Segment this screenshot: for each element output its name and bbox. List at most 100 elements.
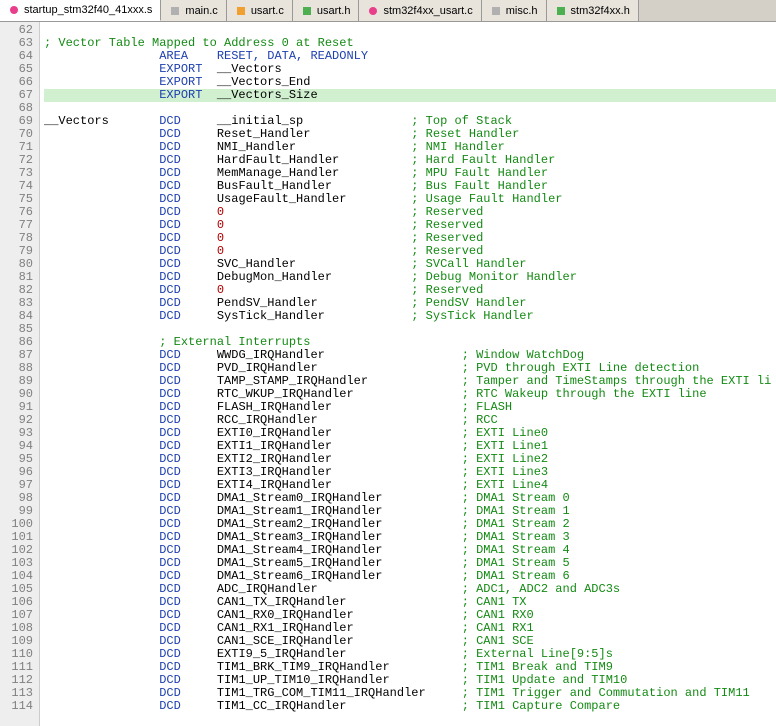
code-token: CAN1_SCE_IRQHandler bbox=[181, 634, 462, 648]
code-token bbox=[44, 192, 159, 206]
code-token: FLASH_IRQHandler bbox=[181, 400, 462, 414]
code-token: DCD bbox=[159, 569, 181, 583]
code-token: ; Debug Monitor Handler bbox=[411, 270, 577, 284]
tab-label: main.c bbox=[185, 5, 217, 17]
code-token: DMA1_Stream4_IRQHandler bbox=[181, 543, 462, 557]
code-token bbox=[44, 478, 159, 492]
code-token bbox=[44, 556, 159, 570]
code-token: DCD bbox=[159, 517, 181, 531]
code-token: ; Window WatchDog bbox=[462, 348, 584, 362]
tab-usart-c[interactable]: usart.c bbox=[227, 0, 293, 21]
code-token bbox=[181, 205, 217, 219]
code-token: ; TIM1 Update and TIM10 bbox=[462, 673, 628, 687]
code-token bbox=[44, 335, 159, 349]
code-token: ; Bus Fault Handler bbox=[411, 179, 548, 193]
code-line[interactable]: DCD TIM1_CC_IRQHandler ; TIM1 Capture Co… bbox=[44, 700, 776, 713]
code-token bbox=[44, 205, 159, 219]
code-token: ; PendSV Handler bbox=[411, 296, 526, 310]
code-token: ; EXTI Line2 bbox=[462, 452, 548, 466]
code-token bbox=[44, 517, 159, 531]
tab-usart-h[interactable]: usart.h bbox=[293, 0, 360, 21]
tab-startup-stm32f40-41xxx-s[interactable]: startup_stm32f40_41xxx.s bbox=[0, 0, 161, 21]
tab-stm32f4xx-h[interactable]: stm32f4xx.h bbox=[547, 0, 639, 21]
code-token: DCD bbox=[159, 244, 181, 258]
code-token: ; DMA1 Stream 2 bbox=[462, 517, 570, 531]
code-token: CAN1_TX_IRQHandler bbox=[181, 595, 462, 609]
code-token: DCD bbox=[159, 465, 181, 479]
code-token bbox=[44, 699, 159, 713]
tab-label: misc.h bbox=[506, 5, 538, 17]
tab-misc-h[interactable]: misc.h bbox=[482, 0, 547, 21]
code-token bbox=[44, 179, 159, 193]
code-token: DCD bbox=[159, 413, 181, 427]
code-token: ; ADC1, ADC2 and ADC3s bbox=[462, 582, 620, 596]
code-token: DCD bbox=[159, 153, 181, 167]
code-token bbox=[44, 686, 159, 700]
code-token: ; Reserved bbox=[411, 244, 483, 258]
code-token: EXTI2_IRQHandler bbox=[181, 452, 462, 466]
code-token bbox=[44, 296, 159, 310]
code-token bbox=[44, 452, 159, 466]
code-token bbox=[181, 231, 217, 245]
code-token: DCD bbox=[159, 660, 181, 674]
code-token bbox=[44, 465, 159, 479]
line-number-gutter: 6263646566676869707172737475767778798081… bbox=[0, 22, 40, 726]
code-token bbox=[44, 166, 159, 180]
code-area[interactable]: ; Vector Table Mapped to Address 0 at Re… bbox=[40, 22, 776, 726]
code-token: ; DMA1 Stream 0 bbox=[462, 491, 570, 505]
code-token: DCD bbox=[159, 140, 181, 154]
code-token: DCD bbox=[159, 478, 181, 492]
code-token bbox=[44, 127, 159, 141]
code-token: __Vectors bbox=[44, 114, 159, 128]
code-token: ; CAN1 RX1 bbox=[462, 621, 534, 635]
code-token bbox=[44, 257, 159, 271]
code-token: ; DMA1 Stream 3 bbox=[462, 530, 570, 544]
code-token bbox=[44, 673, 159, 687]
code-token: 0 bbox=[217, 244, 224, 258]
code-token: DCD bbox=[159, 608, 181, 622]
code-token: ; MPU Fault Handler bbox=[411, 166, 548, 180]
code-token: ; Reserved bbox=[411, 218, 483, 232]
tab-stm32f4xx-usart-c[interactable]: stm32f4xx_usart.c bbox=[359, 0, 481, 21]
tab-main-c[interactable]: main.c bbox=[161, 0, 226, 21]
code-editor[interactable]: 6263646566676869707172737475767778798081… bbox=[0, 22, 776, 726]
code-token bbox=[44, 504, 159, 518]
code-token bbox=[44, 647, 159, 661]
code-token: MemManage_Handler bbox=[181, 166, 411, 180]
code-token: DCD bbox=[159, 231, 181, 245]
code-line[interactable]: DCD SysTick_Handler ; SysTick Handler bbox=[44, 310, 776, 323]
file-icon bbox=[367, 5, 379, 17]
code-token: __Vectors bbox=[217, 62, 282, 76]
tab-label: startup_stm32f40_41xxx.s bbox=[24, 4, 152, 16]
code-token: DCD bbox=[159, 361, 181, 375]
code-token: DCD bbox=[159, 283, 181, 297]
code-token: ; TIM1 Trigger and Commutation and TIM11 bbox=[462, 686, 750, 700]
code-token: EXTI9_5_IRQHandler bbox=[181, 647, 462, 661]
code-token: DCD bbox=[159, 673, 181, 687]
code-token: EXTI0_IRQHandler bbox=[181, 426, 462, 440]
code-token: DebugMon_Handler bbox=[181, 270, 411, 284]
code-token: DCD bbox=[159, 218, 181, 232]
code-token bbox=[44, 387, 159, 401]
code-token bbox=[44, 140, 159, 154]
code-token: ; DMA1 Stream 1 bbox=[462, 504, 570, 518]
code-token: ; RTC Wakeup through the EXTI line bbox=[462, 387, 707, 401]
code-token: BusFault_Handler bbox=[181, 179, 411, 193]
code-token: ; EXTI Line1 bbox=[462, 439, 548, 453]
code-token: PVD_IRQHandler bbox=[181, 361, 462, 375]
file-icon bbox=[301, 5, 313, 17]
code-token bbox=[44, 413, 159, 427]
code-token bbox=[224, 244, 411, 258]
code-token: DCD bbox=[159, 192, 181, 206]
tab-label: stm32f4xx_usart.c bbox=[383, 5, 472, 17]
code-token: ; Reserved bbox=[411, 205, 483, 219]
code-token: DCD bbox=[159, 114, 181, 128]
code-token: __initial_sp bbox=[181, 114, 411, 128]
code-token: DCD bbox=[159, 309, 181, 323]
code-token: TAMP_STAMP_IRQHandler bbox=[181, 374, 462, 388]
code-token bbox=[44, 608, 159, 622]
code-line[interactable]: EXPORT __Vectors_Size bbox=[44, 89, 776, 102]
code-token: ; SysTick Handler bbox=[411, 309, 533, 323]
code-token: HardFault_Handler bbox=[181, 153, 411, 167]
code-token: DCD bbox=[159, 491, 181, 505]
